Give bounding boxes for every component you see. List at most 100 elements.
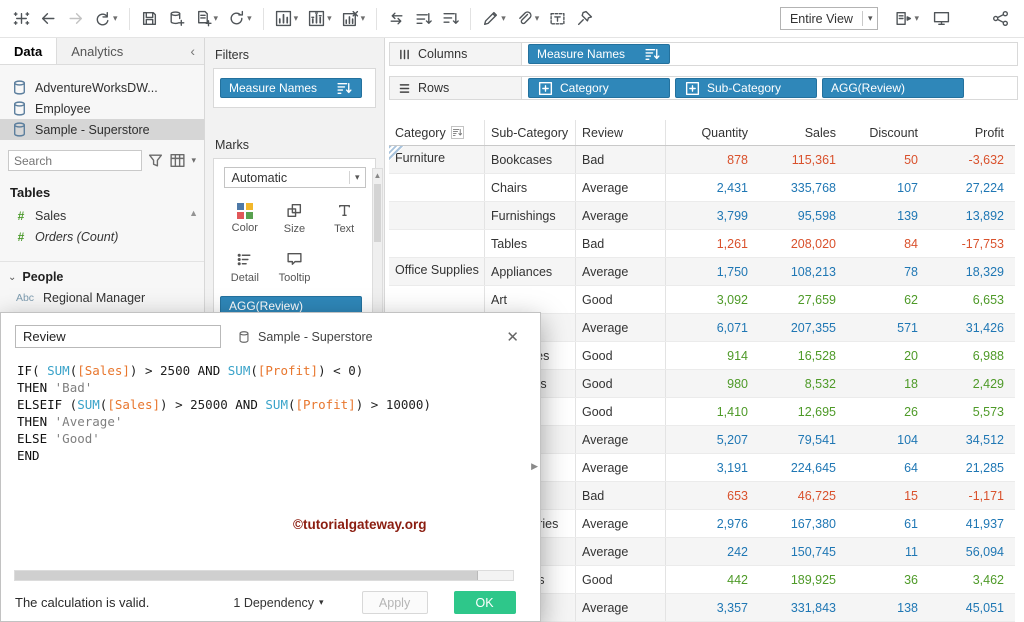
value-cell[interactable]: 442 bbox=[666, 566, 757, 593]
value-cell[interactable]: 27,224 bbox=[927, 174, 1013, 201]
mark-type-select[interactable]: Automatic ▾ bbox=[223, 167, 366, 188]
view-options-caret-icon[interactable]: ▾ bbox=[191, 155, 196, 166]
value-cell[interactable]: 571 bbox=[845, 314, 927, 341]
dependency-dropdown[interactable]: 1 Dependency ▾ bbox=[233, 596, 323, 610]
value-cell[interactable]: 335,768 bbox=[757, 174, 845, 201]
value-cell[interactable]: 20 bbox=[845, 342, 927, 369]
subcategory-cell[interactable]: Tables bbox=[485, 230, 576, 257]
value-cell[interactable]: 13,892 bbox=[927, 202, 1013, 229]
new-worksheet-button[interactable]: ▾ bbox=[192, 6, 222, 32]
category-cell[interactable] bbox=[389, 230, 485, 257]
formula-editor[interactable]: IF( SUM([Sales]) > 2500 AND SUM([Profit]… bbox=[1, 362, 540, 464]
value-cell[interactable]: 36 bbox=[845, 566, 927, 593]
field-name-input[interactable] bbox=[15, 325, 221, 348]
value-cell[interactable]: 224,645 bbox=[757, 454, 845, 481]
review-cell[interactable]: Good bbox=[576, 566, 666, 593]
value-cell[interactable]: 3,092 bbox=[666, 286, 757, 313]
value-cell[interactable]: 2,431 bbox=[666, 174, 757, 201]
group-members-button[interactable]: ▾ bbox=[513, 6, 543, 32]
tab-analytics[interactable]: Analytics bbox=[57, 38, 137, 64]
pill-measure-names[interactable]: Measure Names bbox=[220, 78, 362, 98]
expand-panel-icon[interactable]: ▶ bbox=[531, 461, 538, 472]
value-cell[interactable]: 50 bbox=[845, 146, 927, 173]
review-cell[interactable]: Average bbox=[576, 538, 666, 565]
value-cell[interactable]: 15 bbox=[845, 482, 927, 509]
fit-select[interactable]: Entire View ▾ bbox=[779, 7, 879, 30]
text-button[interactable]: Text bbox=[319, 198, 369, 239]
value-cell[interactable]: 208,020 bbox=[757, 230, 845, 257]
data-source-item-employee[interactable]: Employee bbox=[0, 98, 204, 119]
value-cell[interactable]: 207,355 bbox=[757, 314, 845, 341]
value-cell[interactable]: 138 bbox=[845, 594, 927, 621]
value-cell[interactable]: 6,071 bbox=[666, 314, 757, 341]
value-cell[interactable]: 242 bbox=[666, 538, 757, 565]
value-cell[interactable]: 5,573 bbox=[927, 398, 1013, 425]
clear-sheet-button[interactable]: ▾ bbox=[339, 6, 369, 32]
category-cell[interactable]: Office Supplies bbox=[389, 258, 485, 285]
column-header-category[interactable]: Category bbox=[389, 120, 485, 145]
value-cell[interactable]: 3,357 bbox=[666, 594, 757, 621]
value-cell[interactable]: 150,745 bbox=[757, 538, 845, 565]
value-cell[interactable]: 6,653 bbox=[927, 286, 1013, 313]
value-cell[interactable]: 16,528 bbox=[757, 342, 845, 369]
tab-data[interactable]: Data bbox=[0, 38, 58, 64]
value-cell[interactable]: 878 bbox=[666, 146, 757, 173]
value-cell[interactable]: 1,750 bbox=[666, 258, 757, 285]
category-cell[interactable] bbox=[389, 286, 485, 313]
data-source-item-adventureworksdw[interactable]: AdventureWorksDW... bbox=[0, 77, 204, 98]
save-button[interactable] bbox=[138, 6, 161, 32]
value-cell[interactable]: 27,659 bbox=[757, 286, 845, 313]
review-cell[interactable]: Bad bbox=[576, 482, 666, 509]
review-cell[interactable]: Good bbox=[576, 286, 666, 313]
sort-ascending-button[interactable] bbox=[412, 6, 435, 32]
show-cards-button[interactable]: ▾ bbox=[892, 6, 922, 32]
value-cell[interactable]: 189,925 bbox=[757, 566, 845, 593]
swap-rows-columns-button[interactable] bbox=[385, 6, 408, 32]
column-header-quantity[interactable]: Quantity bbox=[666, 120, 757, 145]
undo-button[interactable] bbox=[37, 6, 60, 32]
subcategory-cell[interactable]: Furnishings bbox=[485, 202, 576, 229]
size-button[interactable]: Size bbox=[270, 198, 320, 239]
detail-button[interactable]: Detail bbox=[220, 247, 270, 288]
column-header-review[interactable]: Review bbox=[576, 120, 666, 145]
review-cell[interactable]: Good bbox=[576, 370, 666, 397]
value-cell[interactable]: 3,191 bbox=[666, 454, 757, 481]
category-cell[interactable] bbox=[389, 202, 485, 229]
review-cell[interactable]: Good bbox=[576, 398, 666, 425]
highlight-button[interactable]: ▾ bbox=[479, 6, 509, 32]
review-cell[interactable]: Average bbox=[576, 594, 666, 621]
review-cell[interactable]: Good bbox=[576, 342, 666, 369]
value-cell[interactable]: 2,429 bbox=[927, 370, 1013, 397]
value-cell[interactable]: 62 bbox=[845, 286, 927, 313]
value-cell[interactable]: 139 bbox=[845, 202, 927, 229]
sort-descending-button[interactable] bbox=[439, 6, 462, 32]
value-cell[interactable]: 45,051 bbox=[927, 594, 1013, 621]
value-cell[interactable]: 980 bbox=[666, 370, 757, 397]
value-cell[interactable]: 6,988 bbox=[927, 342, 1013, 369]
subcategory-cell[interactable]: Art bbox=[485, 286, 576, 313]
value-cell[interactable]: 26 bbox=[845, 398, 927, 425]
category-cell[interactable]: Furniture bbox=[389, 146, 485, 173]
search-input[interactable] bbox=[14, 153, 137, 168]
people-folder[interactable]: ⌄ People bbox=[0, 261, 204, 287]
value-cell[interactable]: 18 bbox=[845, 370, 927, 397]
value-cell[interactable]: 8,532 bbox=[757, 370, 845, 397]
scrollbar-up-icon[interactable]: ▲ bbox=[189, 208, 198, 218]
value-cell[interactable]: 21,285 bbox=[927, 454, 1013, 481]
ok-button[interactable]: OK bbox=[453, 591, 516, 614]
review-cell[interactable]: Average bbox=[576, 258, 666, 285]
subcategory-cell[interactable]: Bookcases bbox=[485, 146, 576, 173]
annotation-button[interactable] bbox=[546, 6, 569, 32]
subcategory-cell[interactable]: Chairs bbox=[485, 174, 576, 201]
fix-axes-button[interactable] bbox=[573, 6, 596, 32]
share-button[interactable] bbox=[989, 6, 1012, 32]
tableau-logo-icon[interactable] bbox=[10, 6, 33, 32]
value-cell[interactable]: 46,725 bbox=[757, 482, 845, 509]
review-cell[interactable]: Bad bbox=[576, 146, 666, 173]
new-data-source-button[interactable] bbox=[165, 6, 188, 32]
review-cell[interactable]: Average bbox=[576, 454, 666, 481]
close-icon[interactable]: ✕ bbox=[499, 326, 526, 348]
presentation-mode-button[interactable] bbox=[930, 6, 953, 32]
field-item-sales[interactable]: # Sales bbox=[0, 205, 204, 226]
field-item-orders-count[interactable]: # Orders (Count) bbox=[0, 226, 204, 247]
